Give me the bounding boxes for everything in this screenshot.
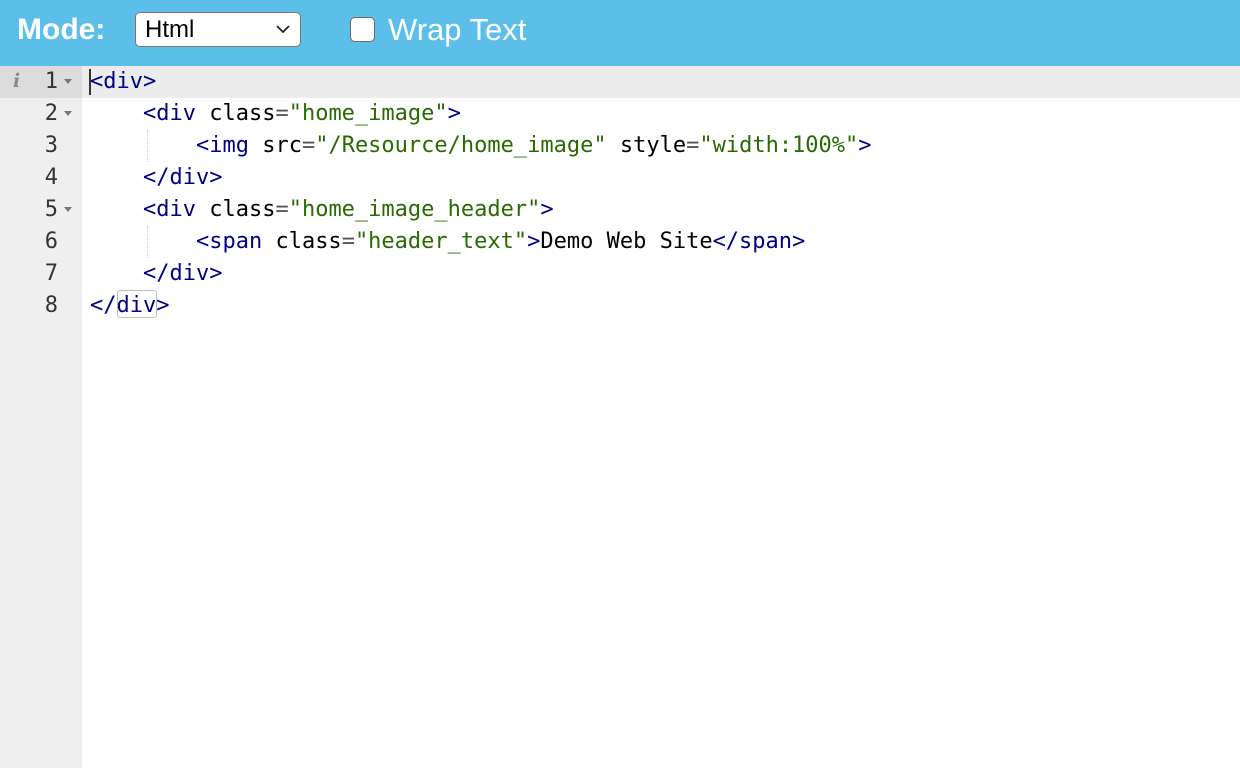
html-tag: <img	[195, 133, 249, 158]
code-text[interactable]: <div class="home_image_header">	[90, 196, 554, 224]
html-tag: <div	[142, 101, 196, 126]
attr-name: class	[209, 197, 276, 222]
line-number: 8	[44, 293, 58, 318]
attr-value: "/Resource/home_image"	[315, 133, 607, 158]
attr-value: "home_image"	[288, 101, 448, 126]
attr-equals: =	[275, 101, 289, 126]
line-number: 5	[44, 197, 58, 222]
fold-arrow-icon[interactable]	[64, 207, 72, 212]
attr-equals: =	[341, 229, 355, 254]
code-line[interactable]: 7 </div>	[0, 258, 1240, 290]
code-text[interactable]: </div>	[90, 260, 222, 288]
html-tag: <div	[142, 197, 196, 222]
line-number: 7	[44, 261, 58, 286]
attr-value: "header_text"	[354, 229, 528, 254]
line-number: 3	[44, 133, 58, 158]
line-number: 2	[44, 101, 58, 126]
code-line[interactable]: i 1 <div>	[0, 66, 1240, 98]
wrap-text-label[interactable]: Wrap Text	[388, 12, 526, 48]
attr-value: "home_image_header"	[288, 197, 541, 222]
html-tag: >	[447, 101, 461, 126]
html-tag: <div>	[90, 69, 157, 94]
code-line[interactable]: 3 <img src="/Resource/home_image" style=…	[0, 130, 1240, 162]
attr-name: src	[262, 133, 302, 158]
html-tag: >	[540, 197, 554, 222]
attr-name: style	[619, 133, 687, 158]
code-text[interactable]: </div>	[90, 164, 222, 192]
attr-name: class	[209, 101, 276, 126]
chevron-down-icon	[276, 25, 290, 34]
mode-select[interactable]: Html	[135, 12, 301, 47]
editor-toolbar: Mode: Html Wrap Text	[0, 0, 1240, 66]
mode-select-value: Html	[145, 16, 195, 43]
attr-name: class	[275, 229, 342, 254]
attr-equals: =	[275, 197, 289, 222]
code-text[interactable]: <div class="home_image">	[90, 100, 461, 128]
code-text[interactable]: <img src="/Resource/home_image" style="w…	[90, 132, 872, 160]
html-tag: </span>	[712, 229, 806, 254]
line-number: 6	[44, 229, 58, 254]
code-editor[interactable]: i 1 <div> 2 <div class="home_image"> 3 <…	[0, 66, 1240, 768]
code-text[interactable]: <span class="header_text">Demo Web Site<…	[90, 228, 805, 256]
matching-tag-highlight	[117, 290, 157, 318]
code-line[interactable]: 2 <div class="home_image">	[0, 98, 1240, 130]
html-tag: </div>	[142, 165, 223, 190]
code-text[interactable]: <div>	[90, 68, 156, 96]
html-tag: >	[858, 133, 872, 158]
code-line[interactable]: 6 <span class="header_text">Demo Web Sit…	[0, 226, 1240, 258]
code-line[interactable]: 8 </div>	[0, 290, 1240, 322]
code-line[interactable]: 5 <div class="home_image_header">	[0, 194, 1240, 226]
text-content: Demo Web Site	[540, 229, 713, 254]
attr-equals: =	[301, 133, 316, 158]
html-tag: <span	[195, 229, 263, 254]
fold-arrow-icon[interactable]	[64, 79, 72, 84]
line-number: 4	[44, 165, 58, 190]
html-tag: </div>	[142, 261, 223, 286]
wrap-text-checkbox[interactable]	[350, 17, 375, 42]
code-line[interactable]: 4 </div>	[0, 162, 1240, 194]
attr-value: "width:100%"	[699, 133, 859, 158]
html-tag: >	[527, 229, 541, 254]
attr-equals: =	[686, 133, 700, 158]
mode-label: Mode:	[17, 13, 106, 46]
line-number: 1	[44, 69, 58, 94]
fold-arrow-icon[interactable]	[64, 111, 72, 116]
